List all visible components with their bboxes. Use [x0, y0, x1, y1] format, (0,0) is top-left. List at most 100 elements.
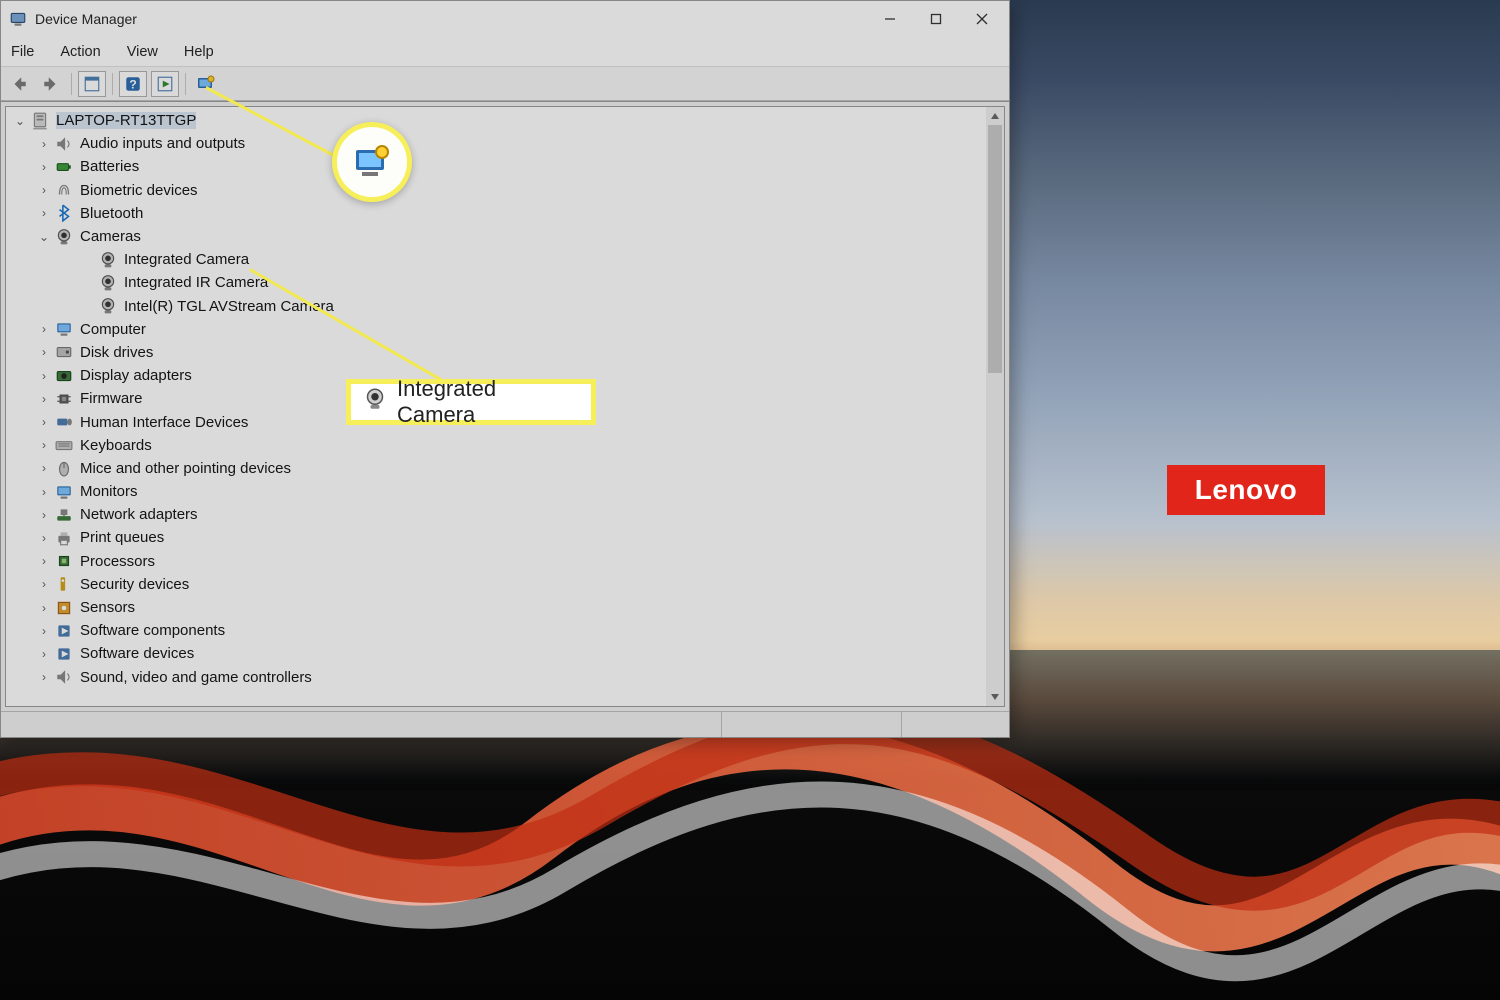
toolbar: ? — [1, 67, 1009, 101]
tree-node[interactable]: ›Software devices — [6, 642, 986, 665]
vertical-scrollbar[interactable] — [986, 107, 1004, 706]
expander-icon[interactable]: › — [36, 369, 52, 383]
forward-button[interactable] — [37, 71, 65, 97]
expander-icon[interactable]: › — [36, 438, 52, 452]
tree-node[interactable]: ›Processors — [6, 550, 986, 573]
expander-icon[interactable]: › — [36, 601, 52, 615]
menu-file[interactable]: File — [9, 44, 36, 60]
printer-icon — [54, 528, 74, 548]
tree-node[interactable]: ›Network adapters — [6, 503, 986, 526]
tree-node-label: Human Interface Devices — [80, 414, 248, 431]
show-hidden-button[interactable] — [78, 71, 106, 97]
tree-node-label: Integrated IR Camera — [124, 274, 268, 291]
tree-node[interactable]: ›Audio inputs and outputs — [6, 132, 986, 155]
tree-node[interactable]: Intel(R) TGL AVStream Camera — [6, 295, 986, 318]
minimize-button[interactable] — [867, 3, 913, 35]
scroll-down-icon[interactable] — [986, 688, 1004, 706]
network-icon — [54, 505, 74, 525]
expander-icon[interactable]: › — [36, 554, 52, 568]
app-icon — [9, 10, 27, 28]
tree-node[interactable]: Integrated Camera — [6, 248, 986, 271]
expander-icon[interactable]: › — [36, 345, 52, 359]
speaker-icon — [54, 667, 74, 687]
tree-node[interactable]: › Disk drives — [6, 341, 986, 364]
tree-node[interactable]: › Print queues — [6, 526, 986, 549]
software-icon — [54, 621, 74, 641]
tree-node[interactable]: Integrated IR Camera — [6, 271, 986, 294]
fingerprint-icon — [54, 180, 74, 200]
update-driver-button[interactable] — [151, 71, 179, 97]
tree-node[interactable]: › Batteries — [6, 155, 986, 178]
annotation-label: Integrated Camera — [397, 376, 579, 428]
tree-node-label: LAPTOP-RT13TTGP — [56, 112, 196, 129]
tree-node[interactable]: ›Monitors — [6, 480, 986, 503]
tree-node-label: Disk drives — [80, 344, 153, 361]
camera-icon — [98, 296, 118, 316]
lenovo-logo: Lenovo — [1167, 465, 1325, 515]
scrollbar-thumb[interactable] — [988, 125, 1002, 373]
titlebar[interactable]: Device Manager — [1, 1, 1009, 37]
expander-icon[interactable]: ⌄ — [12, 114, 28, 128]
tree-node[interactable]: › Bluetooth — [6, 202, 986, 225]
chip-icon — [54, 389, 74, 409]
expander-icon[interactable]: › — [36, 392, 52, 406]
pc-icon — [30, 111, 50, 131]
tree-node[interactable]: › Sensors — [6, 596, 986, 619]
tree-node-label: Sound, video and game controllers — [80, 669, 312, 686]
camera-icon — [98, 250, 118, 270]
tree-node-label: Display adapters — [80, 367, 192, 384]
tree-node-label: Bluetooth — [80, 205, 143, 222]
keyboard-icon — [54, 435, 74, 455]
tree-node-label: Security devices — [80, 576, 189, 593]
expander-icon[interactable]: › — [36, 624, 52, 638]
tree-node[interactable]: ›Keyboards — [6, 434, 986, 457]
tree-node[interactable]: › Sound, video and game controllers — [6, 666, 986, 689]
tree-node-label: Sensors — [80, 599, 135, 616]
tree-node-label: Cameras — [80, 228, 141, 245]
expander-icon[interactable]: › — [36, 531, 52, 545]
tree-node[interactable]: ⌄ Cameras — [6, 225, 986, 248]
expander-icon[interactable]: › — [36, 485, 52, 499]
tree-node[interactable]: › Mice and other pointing devices — [6, 457, 986, 480]
tree-node[interactable]: ›Biometric devices — [6, 179, 986, 202]
back-button[interactable] — [5, 71, 33, 97]
tree-node-label: Batteries — [80, 158, 139, 175]
expander-icon[interactable]: › — [36, 206, 52, 220]
tree-node[interactable]: › Security devices — [6, 573, 986, 596]
menu-view[interactable]: View — [125, 44, 160, 60]
menu-help[interactable]: Help — [182, 44, 216, 60]
menu-action[interactable]: Action — [58, 44, 102, 60]
maximize-button[interactable] — [913, 3, 959, 35]
properties-button[interactable]: ? — [119, 71, 147, 97]
statusbar — [1, 711, 1009, 737]
expander-icon[interactable]: › — [36, 137, 52, 151]
gpu-icon — [54, 366, 74, 386]
expander-icon[interactable]: › — [36, 577, 52, 591]
tree-node-label: Print queues — [80, 529, 164, 546]
mouse-icon — [54, 458, 74, 478]
tree-node-label: Firmware — [80, 390, 143, 407]
camera-icon — [54, 227, 74, 247]
expander-icon[interactable]: › — [36, 647, 52, 661]
annotation-callout-integrated-camera: Integrated Camera — [346, 379, 596, 425]
expander-icon[interactable]: › — [36, 508, 52, 522]
tree-node-label: Mice and other pointing devices — [80, 460, 291, 477]
tree-node[interactable]: ›Software components — [6, 619, 986, 642]
expander-icon[interactable]: › — [36, 415, 52, 429]
expander-icon[interactable]: › — [36, 461, 52, 475]
device-manager-window: Device Manager File Action View Help ? ⌄… — [0, 0, 1010, 738]
tree-node-label: Computer — [80, 321, 146, 338]
expander-icon[interactable]: ⌄ — [36, 230, 52, 244]
expander-icon[interactable]: › — [36, 670, 52, 684]
tree-node-label: Integrated Camera — [124, 251, 249, 268]
expander-icon[interactable]: › — [36, 183, 52, 197]
battery-icon — [54, 157, 74, 177]
tree-node[interactable]: ⌄ LAPTOP-RT13TTGP — [6, 109, 986, 132]
expander-icon[interactable]: › — [36, 322, 52, 336]
monitor-icon — [54, 319, 74, 339]
speaker-icon — [54, 134, 74, 154]
tree-node[interactable]: › Computer — [6, 318, 986, 341]
expander-icon[interactable]: › — [36, 160, 52, 174]
close-button[interactable] — [959, 3, 1005, 35]
scroll-up-icon[interactable] — [986, 107, 1004, 125]
